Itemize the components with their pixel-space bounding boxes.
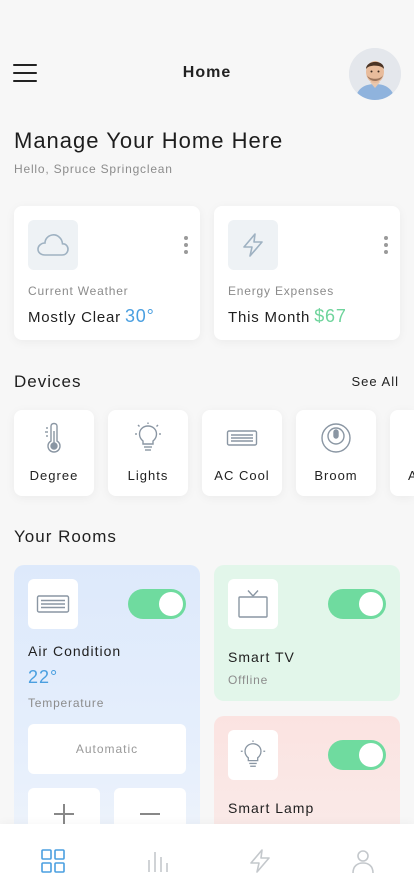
room-card-smart-tv[interactable]: Smart TV Offline	[214, 565, 400, 701]
room-status: Offline	[228, 673, 269, 687]
robot-vacuum-icon	[321, 423, 351, 453]
cloud-icon	[28, 220, 78, 270]
bottom-tab-bar	[0, 824, 414, 896]
thermometer-icon	[45, 422, 61, 453]
device-label: Broom	[314, 468, 358, 483]
tv-icon	[228, 579, 278, 629]
see-all-link[interactable]: See All	[352, 374, 399, 389]
air-conditioner-icon	[226, 430, 258, 446]
room-name: Air Condition	[28, 643, 122, 659]
weather-card[interactable]: Current Weather Mostly Clear 30°	[14, 206, 200, 340]
greeting-text: Hello, Spruce Springclean	[14, 162, 173, 176]
weather-label: Current Weather	[28, 284, 129, 298]
weather-condition: Mostly Clear	[28, 309, 121, 326]
rooms-section-title: Your Rooms	[14, 527, 117, 546]
room-name: Smart TV	[228, 649, 295, 665]
app-header: Home	[0, 44, 414, 104]
lightning-icon[interactable]	[247, 848, 273, 874]
device-lights[interactable]: Lights	[108, 410, 188, 496]
device-label: Lights	[127, 468, 169, 483]
more-options-icon[interactable]	[384, 236, 388, 254]
power-toggle[interactable]	[328, 740, 386, 770]
energy-value: This Month $67	[228, 306, 347, 327]
device-label: AC Cool	[214, 468, 270, 483]
energy-period: This Month	[228, 309, 311, 326]
device-partial[interactable]: A	[390, 410, 414, 496]
weather-value: Mostly Clear 30°	[28, 306, 155, 327]
energy-amount: $67	[314, 306, 347, 326]
power-toggle[interactable]	[128, 589, 186, 619]
room-subtitle: Temperature	[28, 696, 105, 710]
lightning-icon	[228, 220, 278, 270]
user-avatar[interactable]	[349, 48, 401, 100]
more-options-icon[interactable]	[184, 236, 188, 254]
air-conditioner-icon	[28, 579, 78, 629]
device-broom[interactable]: Broom	[296, 410, 376, 496]
room-temperature-value: 22°	[28, 667, 59, 687]
device-degree[interactable]: Degree	[14, 410, 94, 496]
power-toggle[interactable]	[328, 589, 386, 619]
mode-button[interactable]: Automatic	[28, 724, 186, 774]
profile-icon[interactable]	[350, 848, 376, 874]
chart-icon[interactable]	[144, 848, 170, 874]
page-title: Manage Your Home Here	[14, 128, 284, 153]
lightbulb-icon	[228, 730, 278, 780]
device-ac-cool[interactable]: AC Cool	[202, 410, 282, 496]
energy-card[interactable]: Energy Expenses This Month $67	[214, 206, 400, 340]
device-label: Degree	[29, 468, 79, 483]
energy-label: Energy Expenses	[228, 284, 335, 298]
lightbulb-icon	[135, 422, 161, 451]
device-label: A	[408, 468, 414, 483]
grid-icon[interactable]	[40, 848, 66, 874]
weather-temperature: 30°	[124, 306, 155, 326]
devices-section-title: Devices	[14, 372, 82, 391]
room-name: Smart Lamp	[228, 800, 315, 816]
